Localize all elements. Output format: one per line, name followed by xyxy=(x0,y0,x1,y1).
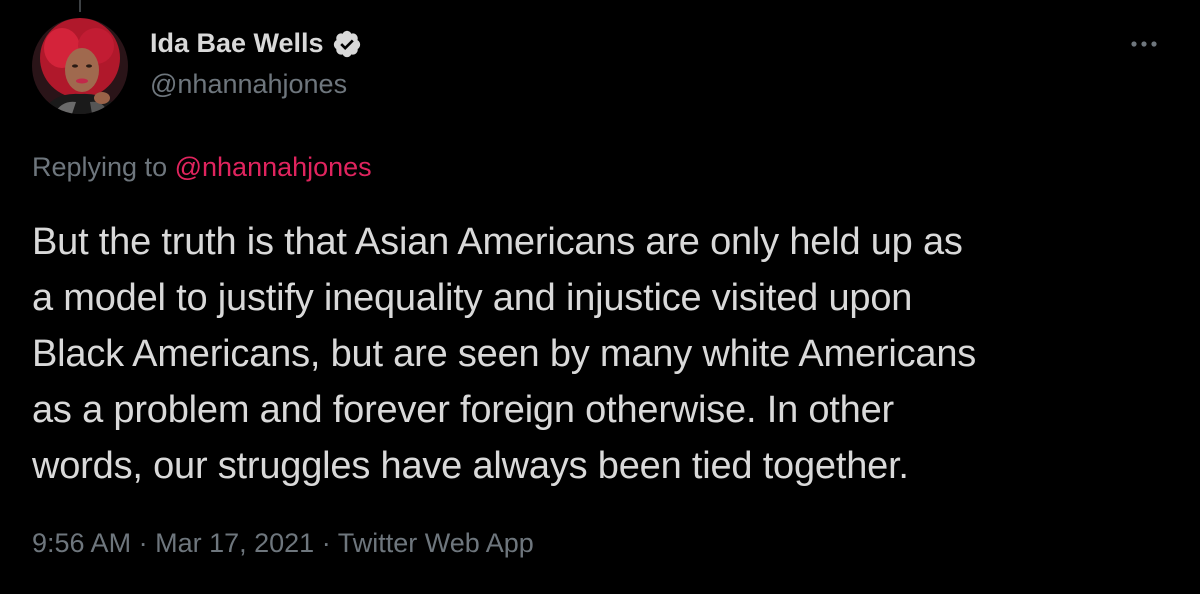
tweet-time-link[interactable]: 9:56 AM xyxy=(32,528,131,558)
tweet-body: But the truth is that Asian Americans ar… xyxy=(32,214,1172,494)
replying-to-prefix: Replying to xyxy=(32,152,168,182)
more-options-button[interactable] xyxy=(1124,28,1164,60)
tweet-source-link[interactable]: Twitter Web App xyxy=(338,528,534,558)
meta-separator: · xyxy=(138,528,148,558)
tweet-metadata: 9:56 AM · Mar 17, 2021 · Twitter Web App xyxy=(32,528,534,559)
meta-separator: · xyxy=(321,528,331,558)
author-display-name[interactable]: Ida Bae Wells xyxy=(150,28,362,59)
tweet-text-line: Black Americans, but are seen by many wh… xyxy=(32,333,977,375)
avatar[interactable] xyxy=(32,18,128,114)
replying-to-mention-link[interactable]: @nhannahjones xyxy=(175,152,372,182)
thread-connector-line xyxy=(79,0,81,12)
tweet-text-line: But the truth is that Asian Americans ar… xyxy=(32,221,963,263)
replying-to-line: Replying to @nhannahjones xyxy=(32,152,372,183)
verified-badge-icon xyxy=(332,29,362,59)
tweet-text-line: as a problem and forever foreign otherwi… xyxy=(32,389,894,431)
more-options-icon xyxy=(1131,41,1157,47)
tweet-date-link[interactable]: Mar 17, 2021 xyxy=(155,528,314,558)
tweet-text-line: words, our struggles have always been ti… xyxy=(32,445,909,487)
author-name-text[interactable]: Ida Bae Wells xyxy=(150,28,324,59)
author-handle[interactable]: @nhannahjones xyxy=(150,69,347,100)
tweet-text-line: a model to justify inequality and injust… xyxy=(32,277,913,319)
